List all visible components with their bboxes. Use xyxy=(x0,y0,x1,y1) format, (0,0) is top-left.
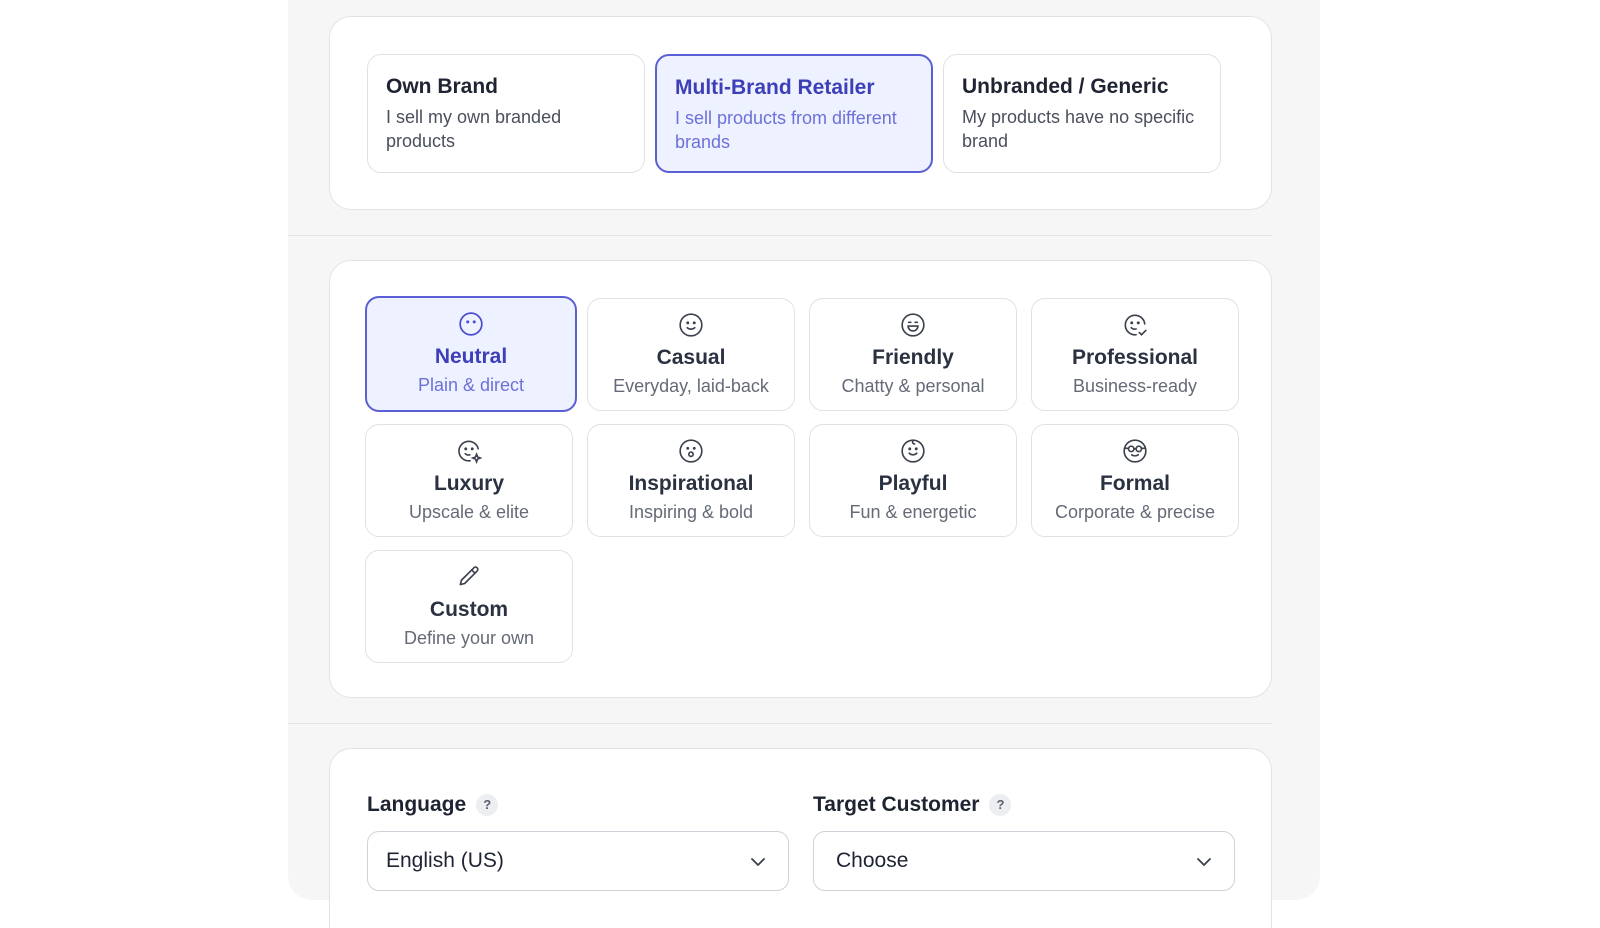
tone-option-neutral[interactable]: Neutral Plain & direct xyxy=(365,296,577,412)
tone-desc: Fun & energetic xyxy=(849,502,977,522)
section-divider xyxy=(288,723,1272,724)
tone-option-playful[interactable]: Playful Fun & energetic xyxy=(809,424,1017,537)
tone-option-friendly[interactable]: Friendly Chatty & personal xyxy=(809,298,1017,411)
glasses-face-icon xyxy=(1122,438,1148,464)
section-divider xyxy=(288,235,1272,236)
face-sparkle-icon xyxy=(456,438,482,464)
brand-type-card: Own Brand I sell my own branded products… xyxy=(329,16,1272,210)
language-label-text: Language xyxy=(367,793,467,816)
brand-option-desc: My products have no specific brand xyxy=(962,107,1195,151)
brand-option-own-brand[interactable]: Own Brand I sell my own branded products xyxy=(367,54,645,173)
brand-option-desc: I sell my own branded products xyxy=(386,107,562,151)
language-select-value: English (US) xyxy=(386,849,504,872)
chevron-down-icon xyxy=(751,858,765,866)
target-customer-label: Target Customer ? xyxy=(813,793,1012,817)
playful-face-icon xyxy=(900,438,926,464)
tone-title: Professional xyxy=(1071,346,1199,369)
tone-desc: Corporate & precise xyxy=(1054,502,1216,522)
language-help-icon[interactable]: ? xyxy=(476,794,499,816)
tone-desc: Everyday, laid-back xyxy=(613,376,769,396)
tone-title: Custom xyxy=(429,598,509,621)
neutral-face-icon xyxy=(458,311,484,337)
chevron-down-icon xyxy=(1197,858,1211,866)
tone-desc: Define your own xyxy=(403,628,535,648)
brand-option-multi-brand-retailer[interactable]: Multi-Brand Retailer I sell products fro… xyxy=(655,54,933,173)
target-customer-label-text: Target Customer xyxy=(813,793,980,816)
tone-title: Playful xyxy=(878,472,948,495)
tone-desc: Upscale & elite xyxy=(408,502,530,522)
brand-option-title: Unbranded / Generic xyxy=(962,75,1169,98)
tone-desc: Plain & direct xyxy=(417,375,525,395)
brand-option-unbranded[interactable]: Unbranded / Generic My products have no … xyxy=(943,54,1221,173)
language-label: Language ? xyxy=(367,793,499,817)
tone-option-formal[interactable]: Formal Corporate & precise xyxy=(1031,424,1239,537)
amazed-face-icon xyxy=(678,438,704,464)
pencil-icon xyxy=(456,564,482,590)
tone-option-inspirational[interactable]: Inspirational Inspiring & bold xyxy=(587,424,795,537)
tone-option-casual[interactable]: Casual Everyday, laid-back xyxy=(587,298,795,411)
tone-title: Friendly xyxy=(872,346,954,369)
brand-option-title: Multi-Brand Retailer xyxy=(675,76,875,99)
tone-title: Luxury xyxy=(433,472,504,495)
target-customer-select[interactable]: Choose xyxy=(813,831,1235,891)
tone-option-professional[interactable]: Professional Business-ready xyxy=(1031,298,1239,411)
tone-desc: Inspiring & bold xyxy=(628,502,754,522)
tone-card: Neutral Plain & direct Casual Everyday, … xyxy=(329,260,1272,698)
smile-face-icon xyxy=(678,312,704,338)
face-check-icon xyxy=(1122,312,1148,338)
tone-desc: Business-ready xyxy=(1072,376,1198,396)
tone-desc: Chatty & personal xyxy=(841,376,985,396)
language-select[interactable]: English (US) xyxy=(367,831,789,891)
tone-title: Inspirational xyxy=(628,472,754,495)
brand-option-title: Own Brand xyxy=(386,75,499,98)
brand-option-desc: I sell products from different brands xyxy=(675,108,897,152)
grin-face-icon xyxy=(900,312,926,338)
tone-title: Formal xyxy=(1099,472,1170,495)
tone-title: Neutral xyxy=(434,345,508,368)
tone-option-custom[interactable]: Custom Define your own xyxy=(365,550,573,663)
tone-option-luxury[interactable]: Luxury Upscale & elite xyxy=(365,424,573,537)
target-customer-help-icon[interactable]: ? xyxy=(989,794,1012,816)
tone-title: Casual xyxy=(656,346,726,369)
target-customer-select-value: Choose xyxy=(836,849,909,872)
